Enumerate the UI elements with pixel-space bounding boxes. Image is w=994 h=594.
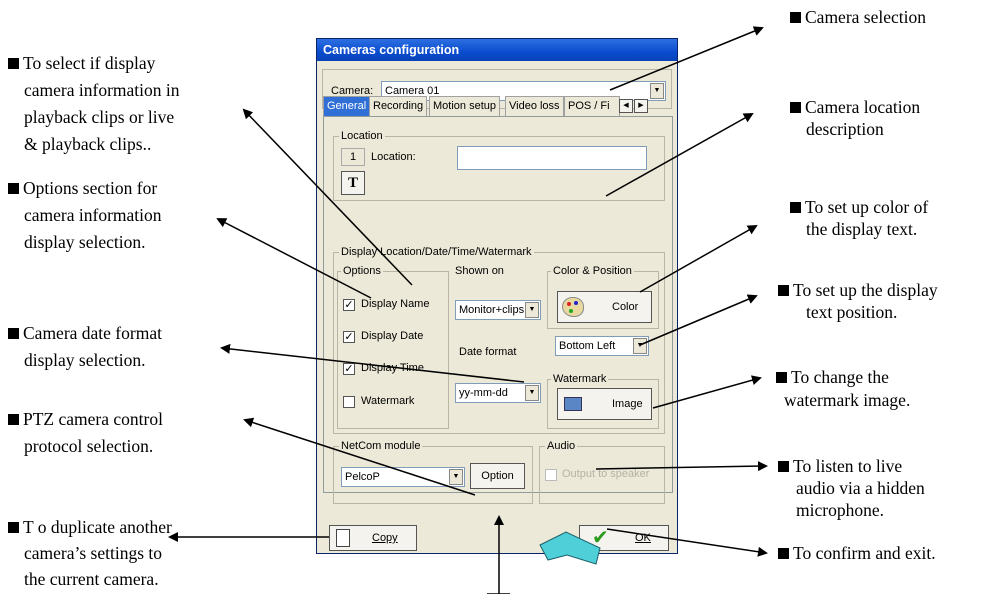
annotation-date: Camera date format: [8, 322, 162, 344]
annotation-text: PTZ camera control: [23, 409, 163, 429]
arrow-position: [639, 294, 758, 346]
arrow-watermark: [652, 375, 762, 409]
arrow-audio: [595, 461, 768, 472]
arrow-camera-selection: [609, 26, 764, 91]
annotation-ptz: PTZ camera control: [8, 408, 163, 430]
annotation-text: To select if display: [23, 53, 156, 73]
annotation-duplicate-3: the current camera.: [24, 569, 159, 589]
pointer-shape: [539, 531, 601, 565]
annotation-options: Options section for: [8, 177, 157, 199]
annotation-text: To set up color of: [805, 197, 929, 217]
annotation-color-2: the display text.: [806, 219, 918, 239]
annotation-select-3: playback clips or live: [24, 107, 175, 127]
annotation-audio: To listen to live: [778, 455, 902, 477]
annotation-audio-3: microphone.: [796, 500, 884, 520]
annotation-camera-selection: Camera selection: [790, 6, 926, 28]
annotation-options-3: display selection.: [24, 232, 146, 252]
annotation-ptz-2: protocol selection.: [24, 436, 154, 456]
annotation-text: To change the: [791, 367, 889, 387]
annotation-duplicate: T o duplicate another: [8, 516, 172, 538]
arrow-shown-on: [242, 108, 413, 286]
annotation-watermark: To change the: [776, 366, 889, 388]
annotation-options-2: camera information: [24, 205, 162, 225]
annotation-text: Camera location: [805, 97, 921, 117]
annotation-duplicate-2: camera’s settings to: [24, 543, 163, 563]
annotation-position-2: text position.: [806, 302, 898, 322]
bullet-square-icon: [776, 372, 787, 383]
annotation-text: T o duplicate another: [23, 517, 172, 537]
annotation-text: Camera selection: [805, 7, 926, 27]
arrow-date-format: [220, 343, 525, 383]
arrow-color: [639, 225, 758, 293]
annotation-text: To confirm and exit.: [793, 543, 936, 563]
annotation-select: To select if display: [8, 52, 155, 74]
annotation-select-4: & playback clips..: [24, 134, 152, 154]
bullet-square-icon: [790, 102, 801, 113]
annotation-confirm: To confirm and exit.: [778, 542, 936, 564]
bullet-square-icon: [790, 12, 801, 23]
bullet-square-icon: [8, 328, 19, 339]
bullet-square-icon: [778, 285, 789, 296]
annotation-text: Options section for: [23, 178, 158, 198]
annotation-text: Camera date format: [23, 323, 162, 343]
annotation-position: To set up the display: [778, 279, 938, 301]
annotation-location-2: description: [806, 119, 884, 139]
annotation-color: To set up color of: [790, 196, 928, 218]
bullet-square-icon: [8, 414, 19, 425]
annotation-audio-2: audio via a hidden: [796, 478, 925, 498]
bullet-square-icon: [790, 202, 801, 213]
annotation-select-2: camera information in: [24, 80, 180, 100]
bullet-square-icon: [8, 58, 19, 69]
annotation-text: To listen to live: [793, 456, 903, 476]
bullet-square-icon: [8, 522, 19, 533]
bullet-square-icon: [778, 548, 789, 559]
annotation-watermark-2: watermark image.: [784, 390, 911, 410]
bullet-square-icon: [778, 461, 789, 472]
annotation-location: Camera location: [790, 96, 920, 118]
arrow-options: [216, 218, 372, 299]
annotation-date-2: display selection.: [24, 350, 146, 370]
annotation-text: To set up the display: [793, 280, 938, 300]
bullet-square-icon: [8, 183, 19, 194]
arrow-confirm: [606, 528, 768, 557]
arrow-location-desc: [605, 113, 754, 197]
arrow-ptz: [243, 417, 476, 496]
